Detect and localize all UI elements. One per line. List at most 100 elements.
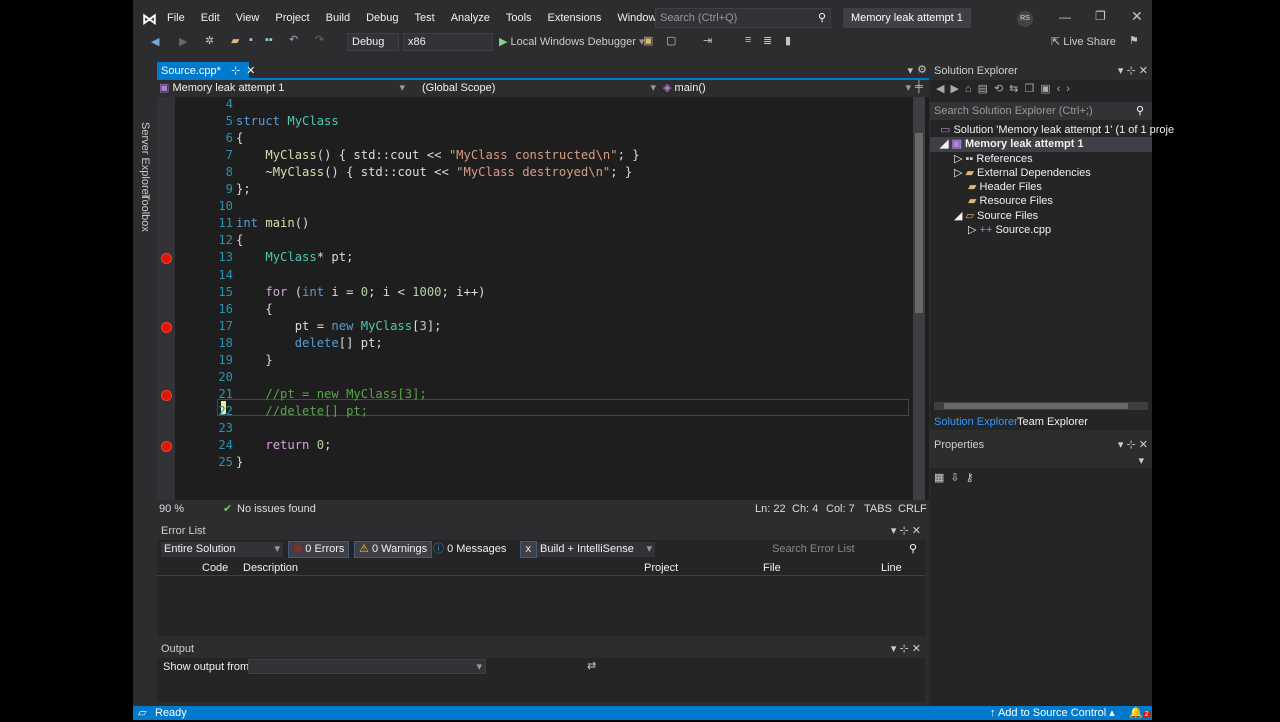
bookmark-icon[interactable]: ▮	[785, 34, 791, 47]
messages-filter-button[interactable]: ⓘ 0 Messages	[433, 542, 506, 557]
code-line[interactable]: return 0;	[236, 438, 331, 452]
scope-filter-dropdown[interactable]: Entire Solution ▾	[161, 542, 283, 557]
panel-controls-icon[interactable]: ▾ ⊹ ✕	[1118, 436, 1148, 454]
pin-icon[interactable]: ⊹	[231, 65, 240, 77]
back-icon[interactable]: ◀	[151, 35, 159, 48]
tree-references[interactable]: ▷ ▪▪ References	[930, 152, 1152, 166]
code-line[interactable]: int main()	[236, 216, 309, 230]
menu-file[interactable]: File	[159, 0, 193, 36]
member-dropdown[interactable]: ◈ main() ▾	[663, 81, 913, 96]
build-source-dropdown[interactable]: Build + IntelliSense ▾	[537, 542, 655, 557]
code-line[interactable]: //delete[] pt;	[236, 404, 368, 418]
toolbar-tool-icon[interactable]: ▣	[643, 34, 653, 47]
properties-object-dropdown[interactable]: ▾	[930, 454, 1152, 468]
output-source-dropdown[interactable]: ▾	[248, 659, 486, 674]
undo-icon[interactable]: ↶	[289, 33, 298, 46]
breakpoint-icon[interactable]	[161, 321, 172, 333]
code-line[interactable]: MyClass() { std::cout << "MyClass constr…	[236, 148, 639, 162]
tab-solution-explorer[interactable]: Solution Explorer	[934, 414, 1018, 430]
code-line[interactable]: for (int i = 0; i < 1000; i++)	[236, 285, 485, 299]
line-ending[interactable]: CRLF	[898, 500, 927, 518]
tree-source-files[interactable]: ◢ ▱ Source Files	[930, 209, 1152, 223]
indent-mode[interactable]: TABS	[864, 500, 892, 518]
panel-controls-icon[interactable]: ▾ ⊹ ✕	[891, 522, 921, 540]
code-line[interactable]: }	[236, 353, 272, 367]
uncomment-icon[interactable]: ≣	[763, 34, 772, 47]
column-description[interactable]: Description	[243, 560, 298, 576]
quick-launch-search[interactable]: Search (Ctrl+Q) ⚲	[655, 8, 831, 28]
code-line[interactable]: delete[] pt;	[236, 336, 383, 350]
tab-close-icon[interactable]: ✕	[246, 65, 255, 77]
errors-filter-button[interactable]: ⊗ 0 Errors	[288, 541, 350, 558]
code-line[interactable]: }	[236, 455, 243, 469]
forward-icon[interactable]: ▶	[179, 35, 187, 48]
column-file[interactable]: File	[763, 560, 781, 576]
solution-explorer-toolbar[interactable]: ◀▶⌂▤⟲⇆❐▣‹›	[936, 82, 1076, 95]
column-project[interactable]: Project	[644, 560, 678, 576]
properties-toolbar[interactable]: ▦⇩⚷	[934, 471, 980, 484]
scrollbar-thumb[interactable]	[915, 133, 923, 313]
tree-resource-files[interactable]: ▰ Resource Files	[930, 194, 1152, 208]
menu-analyze[interactable]: Analyze	[443, 0, 498, 36]
warnings-filter-button[interactable]: ⚠ 0 Warnings	[354, 541, 433, 558]
open-file-icon[interactable]: ▰	[231, 34, 239, 47]
save-all-icon[interactable]: ▪▪	[265, 34, 273, 46]
menu-view[interactable]: View	[228, 0, 268, 36]
panel-controls-icon[interactable]: ▾ ⊹ ✕	[891, 640, 921, 658]
code-line[interactable]: //pt = new MyClass[3];	[236, 387, 426, 401]
solution-search-input[interactable]: Search Solution Explorer (Ctrl+;) ⚲	[930, 102, 1152, 120]
browser-icon[interactable]: ▢	[666, 34, 676, 47]
settings-gear-icon[interactable]: ⚙	[917, 63, 927, 76]
tree-solution[interactable]: ▭ Solution 'Memory leak attempt 1' (1 of…	[930, 123, 1174, 137]
minimize-icon[interactable]: —	[1059, 10, 1071, 24]
menu-debug[interactable]: Debug	[358, 0, 406, 36]
breakpoint-icon[interactable]	[161, 441, 172, 452]
scrollbar-thumb[interactable]	[944, 403, 1128, 409]
issues-status[interactable]: No issues found	[237, 500, 316, 518]
horizontal-scrollbar[interactable]	[934, 402, 1148, 410]
menu-extensions[interactable]: Extensions	[540, 0, 610, 36]
code-line[interactable]: {	[236, 233, 243, 247]
avatar[interactable]: RS	[1017, 11, 1033, 27]
save-icon[interactable]: ▪	[249, 34, 253, 46]
toolbox-tab[interactable]: Toolbox	[139, 194, 151, 232]
menu-test[interactable]: Test	[407, 0, 443, 36]
tree-project[interactable]: ◢ ▣ Memory leak attempt 1	[930, 137, 1152, 152]
close-icon[interactable]: ✕	[1131, 8, 1143, 25]
restore-icon[interactable]: ❐	[1095, 9, 1106, 23]
source-control-button[interactable]: ↑ Add to Source Control ▴	[990, 706, 1115, 720]
split-icon[interactable]: ╪	[915, 81, 923, 93]
error-search-input[interactable]: Search Error List ⚲	[769, 542, 921, 557]
code-line[interactable]: };	[236, 182, 251, 196]
tab-dropdown-icon[interactable]: ▾	[907, 64, 913, 77]
code-line[interactable]: pt = new MyClass[3];	[236, 319, 442, 333]
menu-edit[interactable]: Edit	[193, 0, 228, 36]
tree-source-cpp[interactable]: ▷ ++ Source.cpp	[930, 223, 1152, 237]
platform-dropdown[interactable]: x86	[403, 33, 493, 51]
project-dropdown[interactable]: ▣ Memory leak attempt 1 ▾	[159, 81, 407, 96]
scope-dropdown[interactable]: (Global Scope) ▾	[422, 81, 658, 96]
comment-icon[interactable]: ≡	[745, 34, 751, 46]
tab-team-explorer[interactable]: Team Explorer	[1017, 414, 1088, 430]
start-debugging-button[interactable]: ▶ Local Windows Debugger ▾	[499, 35, 644, 48]
step-icon[interactable]: ⇥	[703, 34, 712, 47]
code-area[interactable]: 4 5 struct MyClass 6{7 MyClass() { std::cou…	[157, 97, 909, 500]
code-line[interactable]: MyClass* pt;	[236, 250, 353, 264]
server-explorer-tab[interactable]: Server Explorer	[139, 122, 151, 198]
breakpoint-icon[interactable]	[161, 389, 172, 401]
tab-source-cpp[interactable]: Source.cpp* ⊹ ✕	[157, 62, 255, 80]
menu-project[interactable]: Project	[267, 0, 317, 36]
vertical-scrollbar[interactable]	[913, 97, 925, 500]
word-wrap-icon[interactable]: ⇄	[587, 659, 596, 672]
menu-build[interactable]: Build	[318, 0, 358, 36]
clear-filter-icon[interactable]: ⅹ	[520, 541, 537, 558]
new-project-icon[interactable]: ✲	[205, 34, 214, 47]
code-line[interactable]: struct MyClass	[236, 114, 339, 128]
column-line[interactable]: Line	[881, 560, 902, 576]
zoom-level[interactable]: 90 %	[159, 500, 184, 518]
redo-icon[interactable]: ↷	[315, 33, 324, 46]
live-share-button[interactable]: ⇱ Live Share	[1051, 35, 1116, 48]
feedback-icon[interactable]: ⚑	[1129, 34, 1139, 47]
panel-controls-icon[interactable]: ▾ ⊹ ✕	[1118, 62, 1148, 80]
code-line[interactable]: ~MyClass() { std::cout << "MyClass destr…	[236, 165, 632, 179]
